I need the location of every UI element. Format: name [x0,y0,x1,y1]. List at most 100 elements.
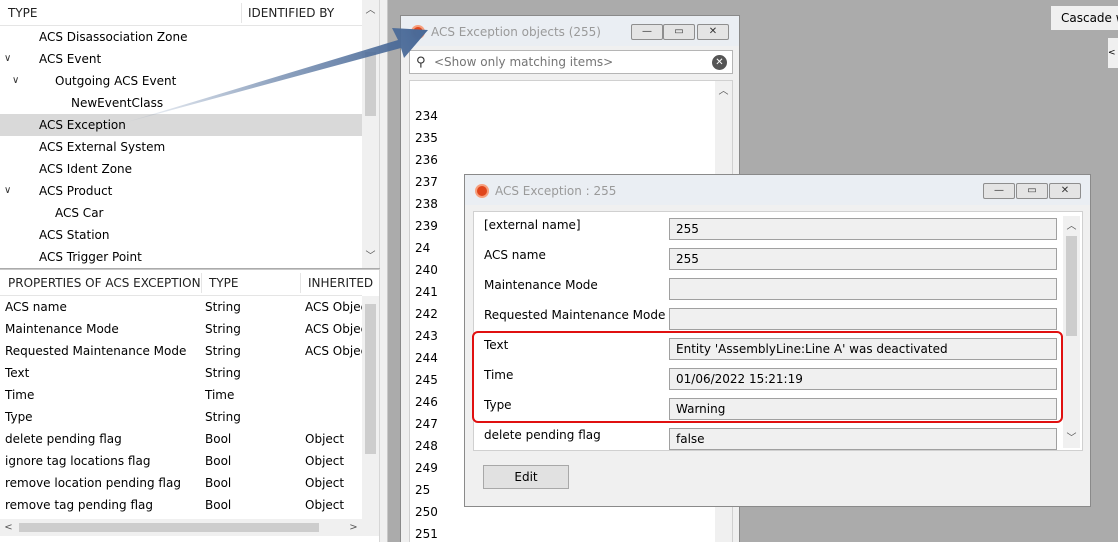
list-item[interactable]: 237 [415,175,438,189]
scrollbar-thumb[interactable] [365,52,376,116]
minimize-icon[interactable]: — [631,24,663,40]
edit-button[interactable]: Edit [483,465,569,489]
property-row[interactable]: ACS name String ACS Object [0,296,372,318]
tree-item[interactable]: ACS Trigger Point [0,246,362,268]
list-item[interactable]: 244 [415,351,438,365]
field-value[interactable] [669,308,1057,330]
scroll-down-icon[interactable]: ﹀ [1063,430,1080,447]
tree-item[interactable]: ACS Disassociation Zone [0,26,362,48]
column-separator[interactable] [201,273,202,293]
property-row[interactable]: Time Time [0,384,362,406]
property-row[interactable]: Maintenance Mode String ACS Object [0,318,372,340]
tree-item-label: ACS Disassociation Zone [39,30,188,44]
field-value[interactable]: false [669,428,1057,450]
scroll-right-icon[interactable]: > [345,519,362,536]
property-row[interactable]: delete pending flag Bool Object [0,428,362,450]
list-item[interactable]: 234 [415,109,438,123]
property-row[interactable]: Type String [0,406,362,428]
column-separator[interactable] [300,273,301,293]
tree-item[interactable]: ACS Station [0,224,362,246]
tree-item[interactable]: NewEventClass [0,92,362,114]
detail-scrollbar[interactable]: ︿ ﹀ [1063,216,1080,448]
property-row[interactable]: Requested Maintenance Mode String ACS Obje… [0,340,372,362]
scroll-left-icon[interactable]: < [0,519,17,536]
collapse-handle[interactable]: < [1108,38,1118,68]
property-type: String [205,300,241,314]
scroll-up-icon[interactable]: ︿ [1063,218,1080,235]
properties-type-column-header[interactable]: TYPE [209,276,238,290]
list-item[interactable]: 251 [415,527,438,541]
list-item[interactable]: 242 [415,307,438,321]
cascade-windows-button[interactable]: Cascade w [1050,5,1118,31]
restore-icon[interactable]: ▭ [1016,183,1048,199]
list-item[interactable]: 243 [415,329,438,343]
list-window-titlebar[interactable]: ACS Exception objects (255) — ▭ ✕ [401,16,739,46]
tree-item[interactable]: ACS External System [0,136,362,158]
list-window-title: ACS Exception objects (255) [431,25,601,39]
properties-scrollbar[interactable] [362,296,379,536]
property-row[interactable]: ignore tag locations flag Bool Object [0,450,362,472]
properties-list: ACS name String ACS Object Maintenance Mode… [0,296,372,516]
clear-icon[interactable]: ✕ [712,55,727,70]
property-inherited: Object [305,454,345,468]
highlight-box [472,331,1063,423]
field-value[interactable]: 255 [669,218,1057,240]
property-inherited: Object [305,432,345,446]
list-item[interactable]: 235 [415,131,438,145]
restore-icon[interactable]: ▭ [663,24,695,40]
scrollbar-thumb[interactable] [365,304,376,454]
properties-panel: PROPERTIES OF ACS EXCEPTION TYPE INHERIT… [0,269,380,542]
list-item[interactable]: 247 [415,417,438,431]
field-label: Maintenance Mode [484,278,598,292]
property-row[interactable]: remove location pending flag Bool Object [0,472,362,494]
tree-item[interactable]: ACS Ident Zone [0,158,362,180]
scroll-up-icon[interactable]: ︿ [715,83,732,100]
scroll-up-icon[interactable]: ︿ [362,2,379,19]
properties-inherited-column-header[interactable]: INHERITED [308,276,373,290]
filter-input[interactable] [434,54,704,70]
detail-window-title: ACS Exception : 255 [495,184,617,198]
list-item[interactable]: 248 [415,439,438,453]
properties-horizontal-scrollbar[interactable]: < > [0,519,362,536]
scroll-down-icon[interactable]: ﹀ [362,248,379,265]
field-value[interactable] [669,278,1057,300]
list-item[interactable]: 24 [415,241,430,255]
tree-item[interactable]: ACS Car [0,202,362,224]
list-item[interactable]: 250 [415,505,438,519]
list-item[interactable]: 241 [415,285,438,299]
property-name: remove location pending flag [5,476,181,490]
list-item[interactable]: 236 [415,153,438,167]
minimize-icon[interactable]: — [983,183,1015,199]
scrollbar-thumb[interactable] [1066,236,1077,336]
tree-item[interactable]: ACS Exception [0,114,362,136]
property-row[interactable]: remove tag pending flag Bool Object [0,494,362,516]
list-item[interactable]: 238 [415,197,438,211]
type-column-header[interactable]: TYPE [8,6,37,20]
filter-field[interactable]: ⚲ ✕ [409,50,733,74]
list-item[interactable]: 245 [415,373,438,387]
property-name: ACS name [5,300,67,314]
chevron-down-icon[interactable]: ∨ [12,70,19,92]
tree-item[interactable]: ∨ ACS Product [0,180,362,202]
chevron-down-icon[interactable]: ∨ [4,48,11,70]
column-separator[interactable] [241,3,242,23]
properties-name-column-header[interactable]: PROPERTIES OF ACS EXCEPTION [8,276,201,290]
list-item[interactable]: 240 [415,263,438,277]
property-row[interactable]: Text String [0,362,362,384]
tree-item[interactable]: ∨ ACS Event [0,48,362,70]
close-icon[interactable]: ✕ [1049,183,1081,199]
chevron-down-icon[interactable]: ∨ [4,180,11,202]
field-value[interactable]: 255 [669,248,1057,270]
identified-by-column-header[interactable]: IDENTIFIED BY [248,6,334,20]
tree-item[interactable]: ∨ Outgoing ACS Event [0,70,362,92]
close-icon[interactable]: ✕ [697,24,729,40]
scrollbar-thumb[interactable] [19,523,319,532]
detail-window-titlebar[interactable]: ACS Exception : 255 — ▭ ✕ [465,175,1090,205]
list-item[interactable]: 249 [415,461,438,475]
type-tree-scrollbar[interactable]: ︿ ﹀ [362,0,379,268]
tree-item-label: ACS External System [39,140,166,154]
list-item[interactable]: 246 [415,395,438,409]
splitter[interactable] [380,0,388,542]
list-item[interactable]: 25 [415,483,430,497]
list-item[interactable]: 239 [415,219,438,233]
